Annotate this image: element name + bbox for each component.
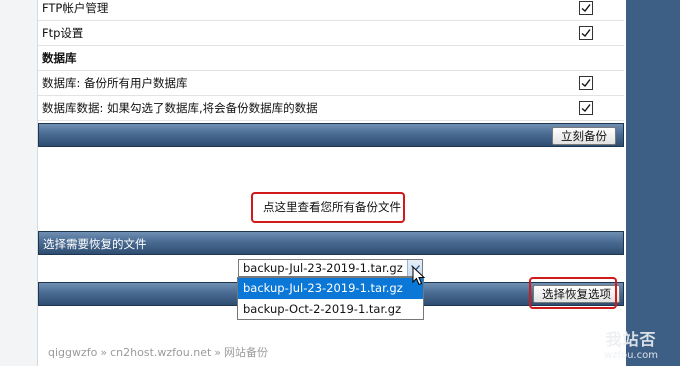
backup-action-bar: 立刻备份 — [38, 123, 624, 147]
restore-file-dropdown: backup-Jul-23-2019-1.tar.gz backup-Oct-2… — [237, 277, 424, 320]
option-label-ftp-accounts: FTP帐户管理 — [42, 1, 109, 15]
checkbox-ftp-accounts[interactable] — [579, 1, 593, 15]
check-icon — [581, 29, 591, 38]
section-header-database: 数据库 — [38, 46, 624, 71]
breadcrumb: qiggwzfo» cn2host.wzfou.net» 网站备份 — [48, 344, 268, 360]
restore-button-highlight — [529, 277, 617, 309]
breadcrumb-item-user[interactable]: qiggwzfo — [48, 346, 97, 359]
restore-section-bar: 选择需要恢复的文件 — [38, 231, 624, 255]
check-icon — [581, 104, 591, 113]
breadcrumb-separator: » — [214, 346, 222, 359]
backup-now-button[interactable]: 立刻备份 — [552, 127, 616, 145]
watermark-domain: wzfou.com — [604, 350, 658, 361]
breadcrumb-item-host[interactable]: cn2host.wzfou.net — [110, 346, 211, 359]
backup-panel: FTP帐户管理 Ftp设置 数据库 数据库: 备份所有用户数据库 数据库数据: … — [38, 0, 626, 366]
checkbox-ftp-settings[interactable] — [579, 26, 593, 40]
mouse-cursor-icon — [412, 266, 426, 286]
check-icon — [581, 4, 591, 13]
option-label-database-all: 数据库: 备份所有用户数据库 — [42, 76, 188, 90]
option-row-ftp-accounts: FTP帐户管理 — [38, 0, 624, 21]
checkbox-database-all[interactable] — [579, 76, 593, 90]
checkbox-database-data[interactable] — [579, 101, 593, 115]
right-side-panel — [626, 0, 680, 366]
option-label-ftp-settings: Ftp设置 — [42, 26, 84, 40]
dropdown-option[interactable]: backup-Oct-2-2019-1.tar.gz — [238, 299, 423, 320]
breadcrumb-separator: » — [100, 346, 108, 359]
left-sidebar-strip — [0, 0, 38, 366]
restore-file-select[interactable]: backup-Jul-23-2019-1.tar.gz — [238, 259, 423, 277]
watermark-logo: 我站否 wzfou.com — [596, 326, 666, 361]
option-row-database-all: 数据库: 备份所有用户数据库 — [38, 71, 624, 96]
option-row-ftp-settings: Ftp设置 — [38, 21, 624, 46]
watermark-title: 我站否 — [605, 330, 657, 349]
check-icon — [581, 79, 591, 88]
restore-section-title: 选择需要恢复的文件 — [43, 237, 147, 251]
breadcrumb-item-current: 网站备份 — [224, 346, 269, 359]
dropdown-option[interactable]: backup-Jul-23-2019-1.tar.gz — [238, 278, 423, 299]
restore-file-selected-value: backup-Jul-23-2019-1.tar.gz — [243, 261, 403, 275]
option-label-database-data: 数据库数据: 如果勾选了数据库,将会备份数据库的数据 — [42, 101, 318, 115]
view-all-backups-link[interactable]: 点这里查看您所有备份文件 — [263, 199, 401, 215]
section-label-database: 数据库 — [42, 51, 77, 65]
option-row-database-data: 数据库数据: 如果勾选了数据库,将会备份数据库的数据 — [38, 96, 624, 121]
